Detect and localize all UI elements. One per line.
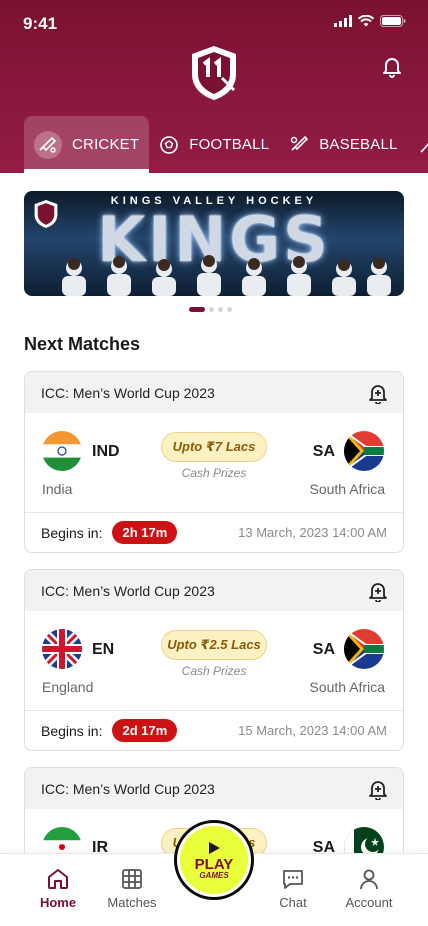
match-card-body: IND India Upto ₹7 Lacs Cash Prizes SA So…	[25, 413, 403, 512]
chat-icon	[283, 870, 303, 889]
away-team-code: SA	[312, 641, 335, 658]
play-label: PLAY	[194, 855, 234, 873]
nav-chat[interactable]: Chat	[258, 867, 328, 910]
match-card-body: EN England Upto ₹2.5 Lacs Cash Prizes SA…	[25, 611, 403, 710]
away-team-code: SA	[312, 443, 335, 460]
home-team-name: England	[42, 679, 94, 695]
match-card-footer: Begins in: 2h 17m 13 March, 2023 14:00 A…	[25, 512, 403, 552]
match-card-footer: Begins in: 2d 17m 15 March, 2023 14:00 A…	[25, 710, 403, 750]
prize-badge: Upto ₹2.5 Lacs	[161, 630, 267, 660]
nav-label: Matches	[107, 895, 157, 910]
prize-note: Cash Prizes	[181, 466, 247, 480]
south-africa-flag-icon	[344, 431, 384, 471]
home-team-name: India	[42, 481, 73, 497]
play-icon	[209, 841, 220, 854]
match-card[interactable]: ICC: Men’s World Cup 2023 EN England Upt…	[24, 569, 404, 751]
countdown-badge: 2h 17m	[112, 521, 178, 544]
status-icons	[334, 15, 406, 27]
nav-home[interactable]: Home	[23, 867, 93, 910]
carousel-dot	[227, 307, 232, 312]
nav-account[interactable]: Account	[334, 867, 404, 910]
sport-tabs: CRICKET FOOTBALL BASEBALL	[24, 116, 428, 173]
home-icon	[48, 869, 68, 889]
away-team-name: South Africa	[309, 679, 386, 695]
app: 9:41 CRICKET FOOTBALL BASEBALL KINGS VAL…	[0, 0, 428, 926]
match-card-header: ICC: Men’s World Cup 2023	[25, 768, 403, 809]
prize-badge: Upto ₹7 Lacs	[161, 432, 267, 462]
tab-label: CRICKET	[72, 136, 140, 153]
india-flag-icon	[42, 431, 82, 471]
england-flag-icon	[42, 629, 82, 669]
south-africa-flag-icon	[344, 629, 384, 669]
carousel-dot	[218, 307, 223, 312]
hockey-stick-icon	[418, 135, 428, 155]
section-title: Next Matches	[24, 334, 141, 354]
match-card-header: ICC: Men’s World Cup 2023	[25, 372, 403, 413]
away-team-name: South Africa	[309, 481, 386, 497]
header: 9:41 CRICKET FOOTBALL BASEBALL	[0, 0, 428, 173]
home-team-code: EN	[92, 641, 115, 658]
tournament-name: ICC: Men’s World Cup 2023	[41, 780, 215, 797]
match-card-header: ICC: Men’s World Cup 2023	[25, 570, 403, 611]
notification-bell-icon[interactable]	[380, 54, 404, 78]
countdown-badge: 2d 17m	[112, 719, 178, 742]
tab-football[interactable]: FOOTBALL	[149, 116, 279, 173]
begins-label: Begins in:	[41, 524, 103, 541]
nav-matches[interactable]: Matches	[97, 867, 167, 910]
promo-banner[interactable]: KINGS VALLEY HOCKEY KINGS	[24, 191, 404, 296]
status-time: 9:41	[23, 14, 58, 33]
grid-icon	[122, 869, 142, 889]
add-reminder-icon[interactable]	[367, 778, 389, 800]
wifi-icon	[358, 15, 374, 27]
prize-note: Cash Prizes	[181, 664, 247, 678]
match-card[interactable]: ICC: Men’s World Cup 2023 IND India Upto…	[24, 371, 404, 553]
tournament-name: ICC: Men’s World Cup 2023	[41, 582, 215, 599]
tab-baseball[interactable]: BASEBALL	[279, 116, 407, 173]
nav-label: Account	[345, 895, 393, 910]
match-datetime: 15 March, 2023 14:00 AM	[238, 723, 387, 738]
tab-more[interactable]	[408, 116, 428, 173]
nav-label: Chat	[279, 895, 307, 910]
nav-label: Home	[39, 895, 77, 910]
add-reminder-icon[interactable]	[367, 382, 389, 404]
tournament-name: ICC: Men’s World Cup 2023	[41, 384, 215, 401]
tab-cricket[interactable]: CRICKET	[24, 116, 150, 173]
home-team-code: IND	[92, 443, 120, 460]
tab-label: FOOTBALL	[189, 136, 270, 153]
carousel-indicator[interactable]	[189, 307, 232, 312]
cricket-bat-icon	[34, 130, 62, 159]
football-icon	[159, 135, 179, 155]
signal-icon	[334, 15, 352, 27]
play-games-button[interactable]: PLAY GAMES	[174, 820, 254, 900]
begins-label: Begins in:	[41, 722, 103, 739]
banner-team-image	[62, 255, 391, 296]
match-datetime: 13 March, 2023 14:00 AM	[238, 525, 387, 540]
play-sublabel: GAMES	[199, 870, 229, 880]
play-button-face: PLAY GAMES	[180, 826, 248, 894]
status-bar: 9:41	[0, 0, 428, 44]
carousel-dot	[189, 307, 205, 312]
add-reminder-icon[interactable]	[367, 580, 389, 602]
app-logo	[192, 46, 236, 100]
baseball-icon	[289, 135, 309, 155]
battery-icon	[380, 15, 406, 27]
account-icon	[360, 869, 378, 890]
carousel-dot	[209, 307, 214, 312]
tab-label: BASEBALL	[319, 136, 398, 153]
